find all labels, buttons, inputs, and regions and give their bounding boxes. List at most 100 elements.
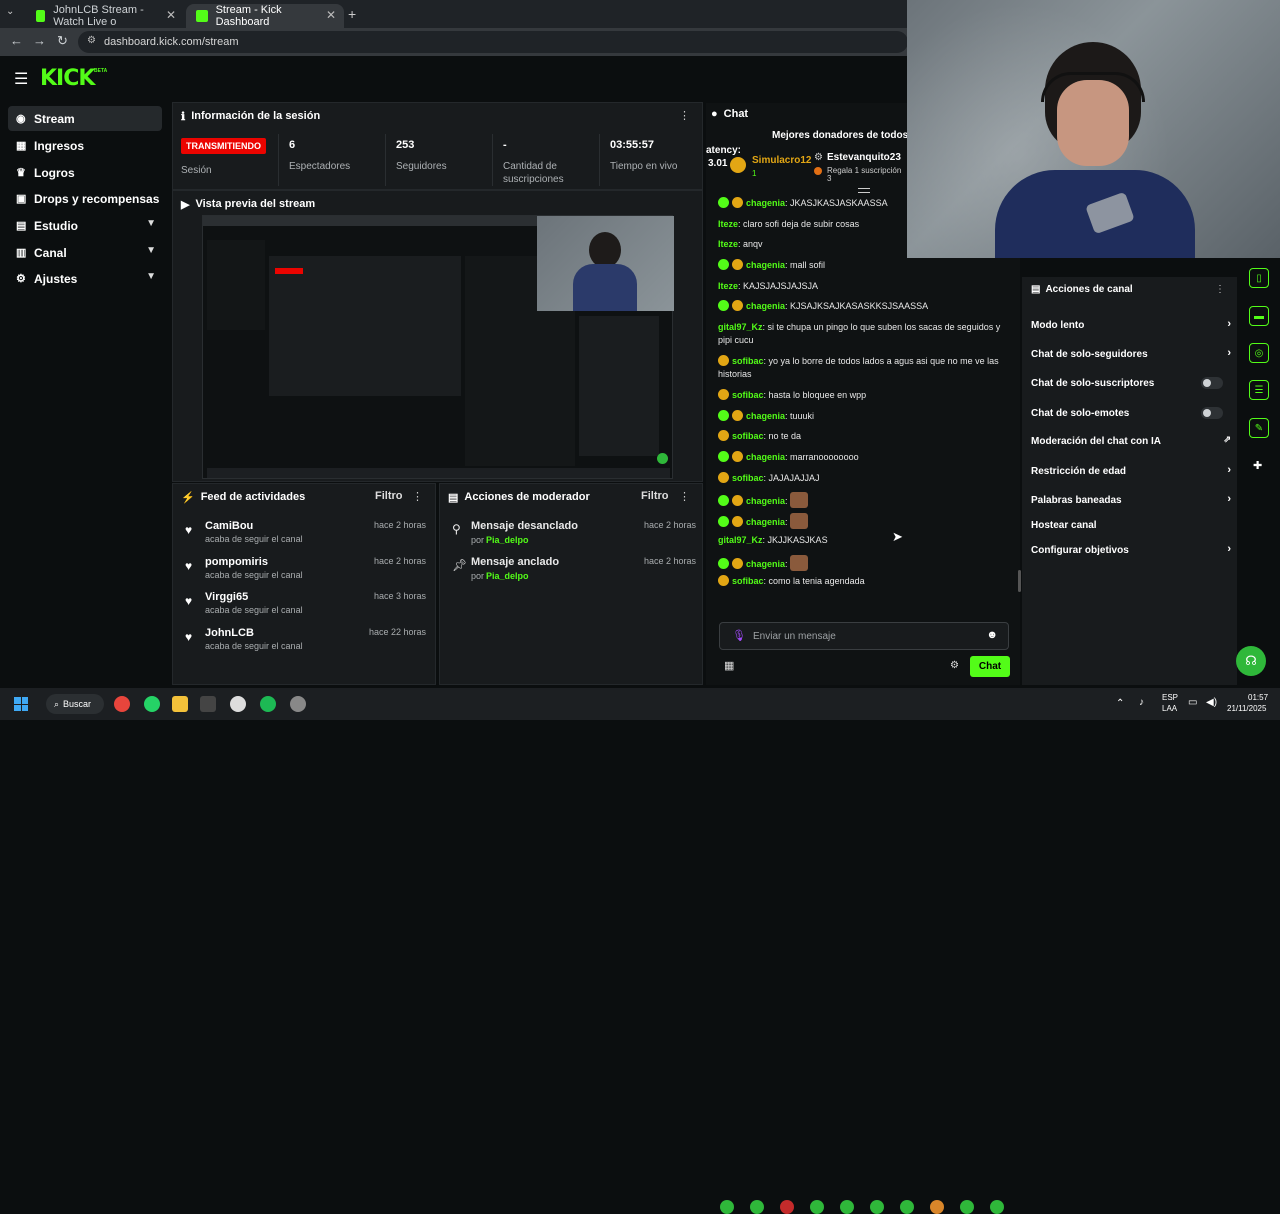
send-chat-button[interactable]: Chat xyxy=(970,656,1010,677)
sidebar-item-canal[interactable]: ▥ Canal ▼ xyxy=(8,240,162,265)
top-donor-1[interactable]: Simulacro12 xyxy=(752,155,811,166)
action-ai-moderation[interactable]: Moderación del chat con IA ⇗ xyxy=(1031,434,1231,447)
chat-username[interactable]: sofibac xyxy=(732,356,764,366)
action-emotes-only[interactable]: Chat de solo-emotes xyxy=(1031,407,1231,419)
chat-username[interactable]: gital97_Kz xyxy=(718,322,763,332)
action-banned-words[interactable]: Palabras baneadas › xyxy=(1031,493,1231,506)
chat-settings-icon[interactable]: ⚙ xyxy=(950,660,959,671)
subscribers-only-toggle[interactable] xyxy=(1201,377,1223,389)
new-tab-icon[interactable]: + xyxy=(348,6,356,22)
rail-list-icon[interactable]: ☰ xyxy=(1249,380,1269,400)
chat-username[interactable]: chagenia xyxy=(746,301,785,311)
volume-icon[interactable]: ◀) xyxy=(1206,697,1217,708)
emote-icon[interactable] xyxy=(870,1200,884,1214)
emote-icon[interactable] xyxy=(720,1200,734,1214)
windows-start-icon[interactable] xyxy=(14,697,28,711)
more-options-icon[interactable]: ⋮ xyxy=(1215,284,1225,295)
whatsapp-icon[interactable] xyxy=(144,696,160,712)
tab-johnlcb-stream[interactable]: JohnLCB Stream - Watch Live o ✕ xyxy=(26,4,184,28)
sidebar-item-ajustes[interactable]: ⚙ Ajustes ▼ xyxy=(8,266,162,291)
drag-handle[interactable] xyxy=(858,188,870,193)
more-options-icon[interactable]: ⋮ xyxy=(412,490,423,503)
chat-username[interactable]: chagenia xyxy=(746,452,785,462)
sidebar-item-stream[interactable]: ◉ Stream xyxy=(8,106,162,131)
chat-username[interactable]: sofibac xyxy=(732,576,764,586)
chat-username[interactable]: Iteze xyxy=(718,239,738,249)
back-icon[interactable]: ← xyxy=(10,33,23,48)
chat-username[interactable]: sofibac xyxy=(732,390,764,400)
chat-username[interactable]: chagenia xyxy=(746,411,785,421)
more-options-icon[interactable]: ⋮ xyxy=(679,490,690,503)
emote-icon[interactable] xyxy=(900,1200,914,1214)
chat-username[interactable]: chagenia xyxy=(746,517,785,527)
site-info-icon[interactable]: ⚙ xyxy=(87,35,96,46)
spotify-icon[interactable] xyxy=(260,696,276,712)
chat-username[interactable]: chagenia xyxy=(746,559,785,569)
more-options-icon[interactable]: ⋮ xyxy=(679,109,690,122)
kick-logo[interactable]: KICK xyxy=(40,66,95,91)
feed-user[interactable]: JohnLCB xyxy=(205,627,254,639)
action-subscribers-only[interactable]: Chat de solo-suscriptores xyxy=(1031,377,1231,389)
mod-action-user[interactable]: Pia_delpo xyxy=(486,535,529,545)
chat-username[interactable]: sofibac xyxy=(732,431,764,441)
chrome-icon[interactable] xyxy=(114,696,130,712)
app-icon[interactable] xyxy=(200,696,216,712)
stream-preview-video[interactable] xyxy=(202,215,674,479)
emote-icon[interactable] xyxy=(990,1200,1004,1214)
sidebar-item-logros[interactable]: ♛ Logros xyxy=(8,160,162,185)
emote-icon[interactable] xyxy=(780,1200,794,1214)
language-indicator[interactable]: ESP xyxy=(1162,693,1178,702)
action-followers-only[interactable]: Chat de solo-seguidores › xyxy=(1031,347,1231,360)
openai-icon[interactable] xyxy=(230,696,246,712)
taskbar-search[interactable]: ⌕ Buscar xyxy=(46,694,104,714)
mod-filter-button[interactable]: Filtro xyxy=(641,490,669,502)
emote-icon[interactable] xyxy=(930,1200,944,1214)
file-explorer-icon[interactable] xyxy=(172,696,188,712)
rail-tools-icon[interactable]: ✎ xyxy=(1249,418,1269,438)
feed-user[interactable]: Virggi65 xyxy=(205,591,248,603)
emote-icon[interactable] xyxy=(840,1200,854,1214)
microphone-tray-icon[interactable]: ♪ xyxy=(1139,697,1144,708)
tab-list-icon[interactable]: ⌄ xyxy=(6,6,14,17)
clock-date[interactable]: 21/11/2025 xyxy=(1227,704,1266,713)
action-host-channel[interactable]: Hostear canal xyxy=(1031,520,1231,531)
chat-username[interactable]: chagenia xyxy=(746,496,785,506)
action-age-restriction[interactable]: Restricción de edad › xyxy=(1031,464,1231,477)
close-tab-icon[interactable]: ✕ xyxy=(166,8,176,22)
feed-user[interactable]: CamiBou xyxy=(205,520,253,532)
chat-username[interactable]: gital97_Kz xyxy=(718,535,763,545)
menu-icon[interactable]: ☰ xyxy=(14,69,28,89)
emoji-icon[interactable]: ☻ xyxy=(986,629,998,641)
chat-username[interactable]: Iteze xyxy=(718,219,738,229)
mod-action-user[interactable]: Pia_delpo xyxy=(486,571,529,581)
url-field[interactable]: ⚙ dashboard.kick.com/stream xyxy=(78,31,908,53)
close-tab-icon[interactable]: ✕ xyxy=(326,8,336,22)
rail-stream-icon[interactable]: ▯ xyxy=(1249,268,1269,288)
rail-broadcast-icon[interactable]: ◎ xyxy=(1249,343,1269,363)
obs-icon[interactable] xyxy=(290,696,306,712)
emote-icon[interactable] xyxy=(750,1200,764,1214)
action-slow-mode[interactable]: Modo lento › xyxy=(1031,318,1231,331)
chat-username[interactable]: sofibac xyxy=(732,473,764,483)
emotes-only-toggle[interactable] xyxy=(1201,407,1223,419)
store-icon[interactable]: ▦ xyxy=(724,659,734,672)
feed-filter-button[interactable]: Filtro xyxy=(375,490,403,502)
chat-username[interactable]: chagenia xyxy=(746,260,785,270)
chat-message-input[interactable]: 🎙︎ Enviar un mensaje ☻ xyxy=(719,622,1009,650)
rail-chat-icon[interactable]: ▬ xyxy=(1249,306,1269,326)
tray-chevron-up-icon[interactable]: ⌃ xyxy=(1116,698,1124,709)
tab-kick-dashboard[interactable]: Stream - Kick Dashboard ✕ xyxy=(186,4,344,28)
sidebar-item-drops[interactable]: ▣ Drops y recompensas xyxy=(8,186,162,211)
chat-username[interactable]: chagenia xyxy=(746,198,785,208)
emote-icon[interactable] xyxy=(960,1200,974,1214)
chat-scrollbar[interactable] xyxy=(1018,570,1021,592)
clock-time[interactable]: 01:57 xyxy=(1248,693,1268,702)
reload-icon[interactable]: ↻ xyxy=(57,33,68,49)
sidebar-item-estudio[interactable]: ▤ Estudio ▼ xyxy=(8,213,162,238)
top-donor-2[interactable]: Estevanquito23 xyxy=(827,152,901,163)
sidebar-item-ingresos[interactable]: ▦ Ingresos xyxy=(8,133,162,158)
microphone-icon[interactable]: 🎙︎ xyxy=(732,629,746,642)
chat-username[interactable]: Iteze xyxy=(718,281,738,291)
rail-add-icon[interactable]: ✚ xyxy=(1253,459,1262,472)
action-configure-goals[interactable]: Configurar objetivos › xyxy=(1031,543,1231,556)
